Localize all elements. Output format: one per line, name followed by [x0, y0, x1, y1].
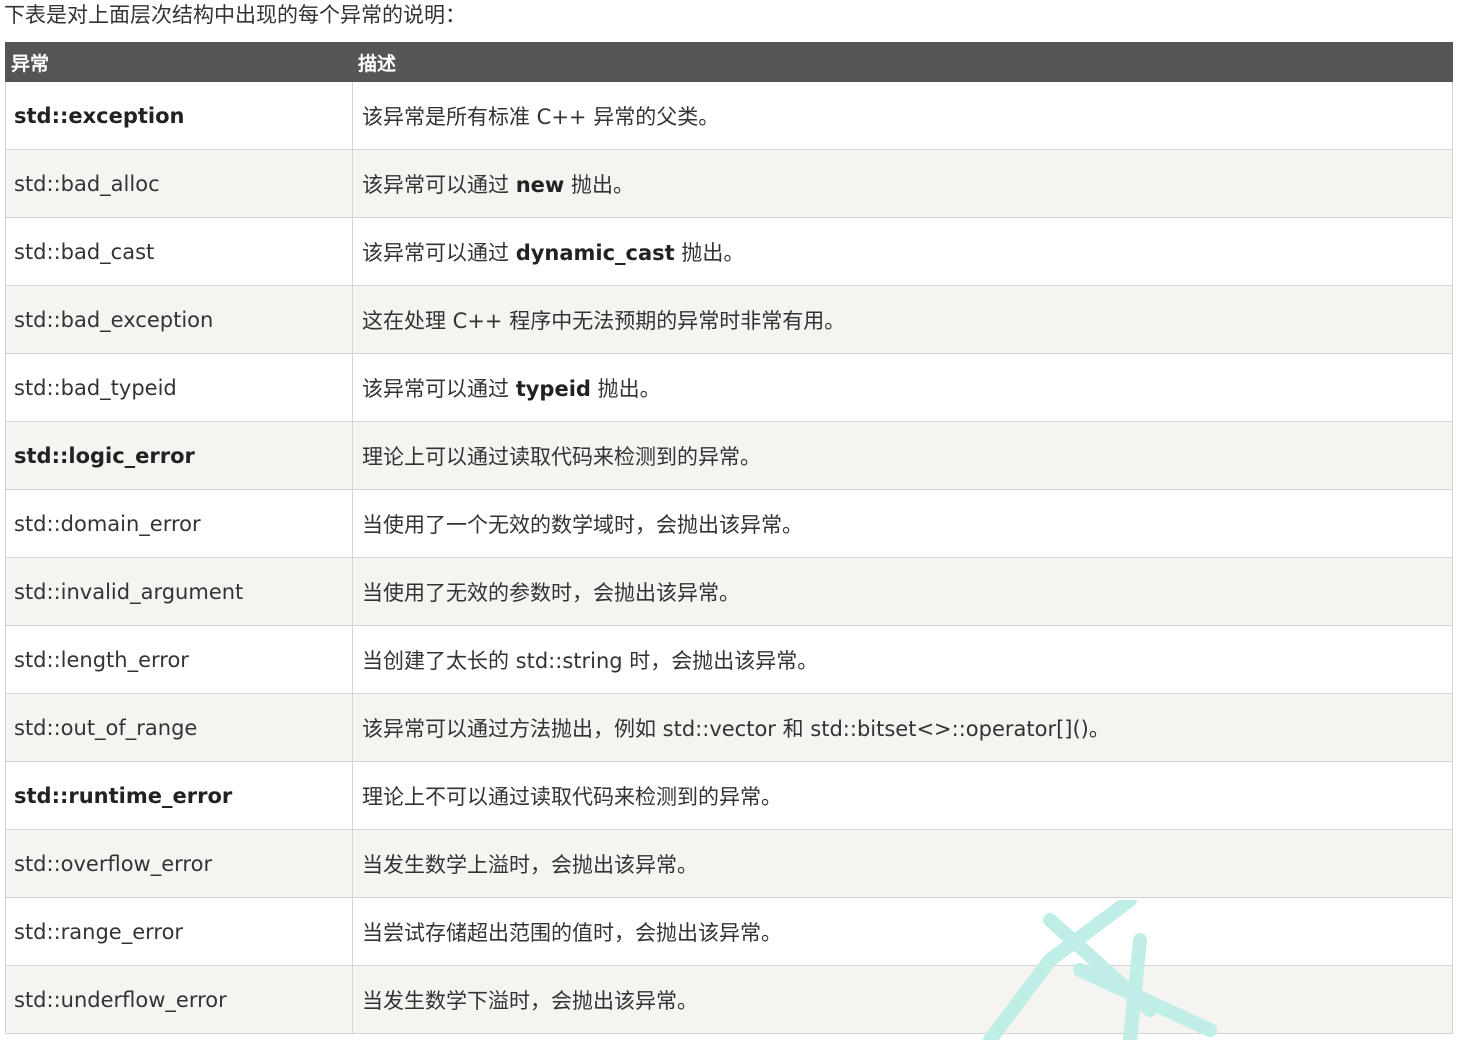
table-body: std::exception 该异常是所有标准 C++ 异常的父类。std::ba…	[5, 81, 1453, 1034]
table-row: std::length_error 当创建了太长的 std::string 时，会…	[5, 625, 1453, 694]
description-text: 该异常可以通过	[362, 376, 516, 401]
description-text: 当发生数学下溢时，会抛出该异常。	[362, 988, 698, 1013]
description-text: 当创建了太长的 std::string 时，会抛出该异常。	[362, 648, 819, 673]
exceptions-table: 异常 描述 std::exception 该异常是所有标准 C++ 异常的父类。 s…	[5, 42, 1453, 1034]
description-text: 理论上可以通过读取代码来检测到的异常。	[362, 444, 761, 469]
table-row: std::underflow_error 当发生数学下溢时，会抛出该异常。	[5, 965, 1453, 1034]
exceptions-table-container: 异常 描述 std::exception 该异常是所有标准 C++ 异常的父类。 s…	[5, 42, 1453, 1034]
description-text: 该异常可以通过	[362, 172, 516, 197]
exception-name-cell: std::overflow_error	[5, 829, 353, 898]
table-row: std::bad_cast 该异常可以通过 dynamic_cast 抛出。	[5, 217, 1453, 286]
exception-name-cell: std::runtime_error	[5, 761, 353, 830]
description-keyword: new	[515, 172, 565, 197]
exception-description-cell: 该异常可以通过 dynamic_cast 抛出。	[352, 217, 1453, 286]
exception-name-cell: std::bad_typeid	[5, 353, 353, 422]
page: 下表是对上面层次结构中出现的每个异常的说明： 异常 描述 std::except…	[0, 0, 1457, 1040]
description-text: 理论上不可以通过读取代码来检测到的异常。	[362, 784, 782, 809]
exception-name-cell: std::length_error	[5, 625, 353, 694]
exception-description-cell: 当发生数学上溢时，会抛出该异常。	[352, 829, 1453, 898]
table-row: std::bad_alloc 该异常可以通过 new 抛出。	[5, 149, 1453, 218]
table-row: std::invalid_argument 当使用了无效的参数时，会抛出该异常。	[5, 557, 1453, 626]
exception-name-cell: std::logic_error	[5, 421, 353, 490]
table-row: std::overflow_error 当发生数学上溢时，会抛出该异常。	[5, 829, 1453, 898]
exception-name-cell: std::exception	[5, 81, 353, 150]
table-header-row: 异常 描述	[5, 42, 1453, 82]
exception-description-cell: 该异常是所有标准 C++ 异常的父类。	[352, 81, 1453, 150]
exception-description-cell: 该异常可以通过 new 抛出。	[352, 149, 1453, 218]
table-row: std::domain_error 当使用了一个无效的数学域时，会抛出该异常。	[5, 489, 1453, 558]
exception-description-cell: 该异常可以通过方法抛出，例如 std::vector 和 std::bitset…	[352, 693, 1453, 762]
description-text-suffix: 抛出。	[674, 240, 745, 265]
exception-description-cell: 理论上可以通过读取代码来检测到的异常。	[352, 421, 1453, 490]
table-row: std::runtime_error 理论上不可以通过读取代码来检测到的异常。	[5, 761, 1453, 830]
exception-name-cell: std::domain_error	[5, 489, 353, 558]
exception-name-cell: std::out_of_range	[5, 693, 353, 762]
description-text: 当尝试存储超出范围的值时，会抛出该异常。	[362, 920, 782, 945]
exception-name-cell: std::invalid_argument	[5, 557, 353, 626]
table-row: std::logic_error 理论上可以通过读取代码来检测到的异常。	[5, 421, 1453, 490]
description-keyword: typeid	[515, 376, 591, 401]
table-row: std::range_error 当尝试存储超出范围的值时，会抛出该异常。	[5, 897, 1453, 966]
exception-name-cell: std::bad_cast	[5, 217, 353, 286]
exception-name-cell: std::range_error	[5, 897, 353, 966]
header-description: 描述	[352, 42, 1453, 82]
description-text: 当使用了一个无效的数学域时，会抛出该异常。	[362, 512, 803, 537]
exception-description-cell: 当发生数学下溢时，会抛出该异常。	[352, 965, 1453, 1034]
table-header: 异常 描述	[5, 42, 1453, 82]
intro-text: 下表是对上面层次结构中出现的每个异常的说明：	[4, 3, 466, 27]
description-text-suffix: 抛出。	[590, 376, 661, 401]
description-text: 当使用了无效的参数时，会抛出该异常。	[362, 580, 740, 605]
exception-description-cell: 当尝试存储超出范围的值时，会抛出该异常。	[352, 897, 1453, 966]
table-row: std::out_of_range 该异常可以通过方法抛出，例如 std::vec…	[5, 693, 1453, 762]
description-keyword: dynamic_cast	[515, 240, 675, 265]
description-text: 该异常可以通过方法抛出，例如 std::vector 和 std::bitset…	[362, 716, 1110, 741]
exception-description-cell: 这在处理 C++ 程序中无法预期的异常时非常有用。	[352, 285, 1453, 354]
exception-description-cell: 该异常可以通过 typeid 抛出。	[352, 353, 1453, 422]
description-text-suffix: 抛出。	[564, 172, 634, 197]
exception-description-cell: 当创建了太长的 std::string 时，会抛出该异常。	[352, 625, 1453, 694]
table-row: std::bad_exception 这在处理 C++ 程序中无法预期的异常时非常…	[5, 285, 1453, 354]
table-row: std::bad_typeid 该异常可以通过 typeid 抛出。	[5, 353, 1453, 422]
description-text: 这在处理 C++ 程序中无法预期的异常时非常有用。	[362, 308, 846, 333]
exception-description-cell: 理论上不可以通过读取代码来检测到的异常。	[352, 761, 1453, 830]
exception-description-cell: 当使用了一个无效的数学域时，会抛出该异常。	[352, 489, 1453, 558]
exception-name-cell: std::bad_alloc	[5, 149, 353, 218]
exception-name-cell: std::bad_exception	[5, 285, 353, 354]
description-text: 该异常是所有标准 C++ 异常的父类。	[362, 104, 720, 129]
table-row: std::exception 该异常是所有标准 C++ 异常的父类。	[5, 81, 1453, 150]
exception-name-cell: std::underflow_error	[5, 965, 353, 1034]
description-text: 当发生数学上溢时，会抛出该异常。	[362, 852, 698, 877]
header-exception: 异常	[5, 42, 353, 82]
description-text: 该异常可以通过	[362, 240, 516, 265]
exception-description-cell: 当使用了无效的参数时，会抛出该异常。	[352, 557, 1453, 626]
